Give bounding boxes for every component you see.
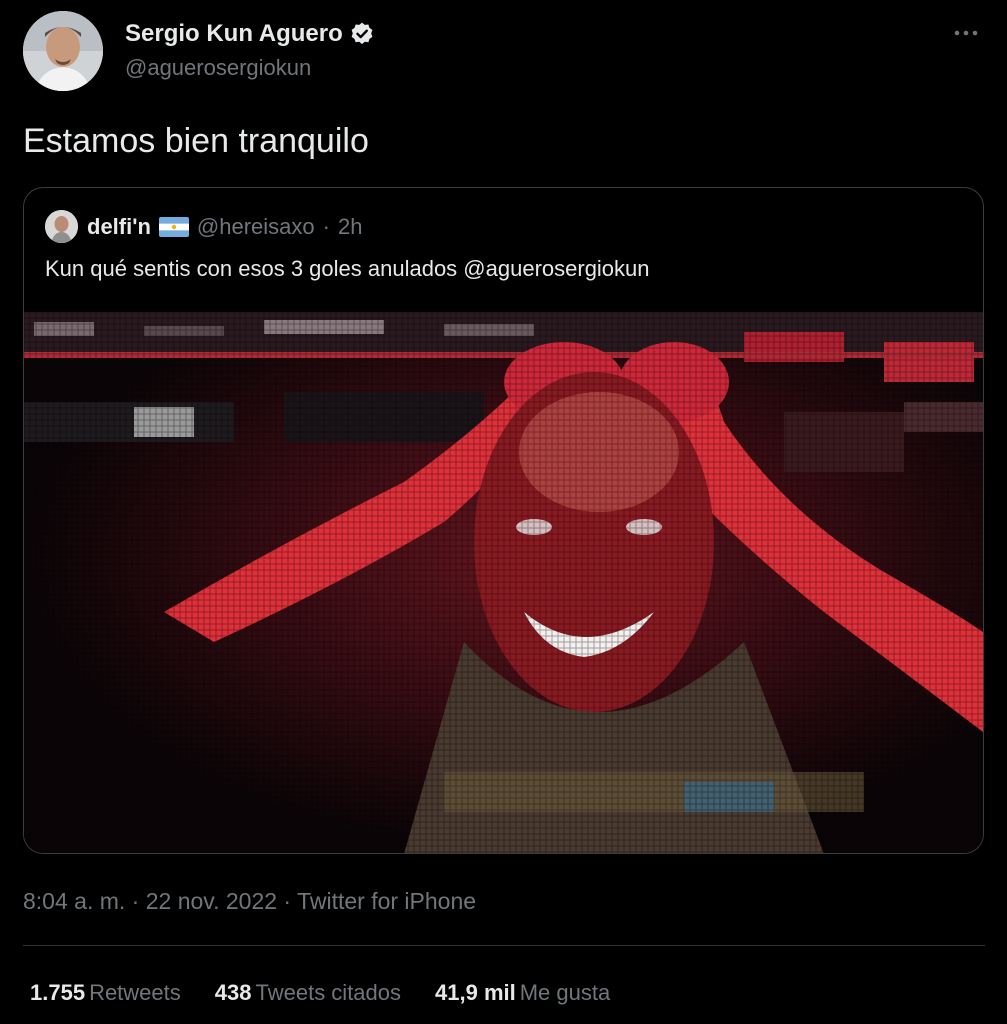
quote-text: Kun qué sentis con esos 3 goles anulados… <box>45 256 650 281</box>
quote-tweets-label: Tweets citados <box>255 980 402 1005</box>
quote-media-image[interactable] <box>24 312 983 853</box>
author-avatar[interactable] <box>23 11 103 91</box>
quoted-tweet-card[interactable]: delfi'n @hereisaxo · 2h Kun qué sentis c… <box>23 187 984 854</box>
meta-separator-2: · <box>283 888 292 914</box>
divider <box>23 945 985 946</box>
tweet-time[interactable]: 8:04 a. m. <box>23 888 125 914</box>
quote-separator: · <box>322 214 330 239</box>
quote-timestamp: 2h <box>337 214 363 239</box>
quote-author-name: delfi'n <box>87 214 151 239</box>
tweet-meta: 8:04 a. m. · 22 nov. 2022 · Twitter for … <box>23 888 476 915</box>
argentina-flag-icon <box>158 217 189 237</box>
tweet-date[interactable]: 22 nov. 2022 <box>146 888 277 914</box>
quote-header: delfi'n @hereisaxo · 2h <box>87 214 362 240</box>
tweet-text: Estamos bien tranquilo <box>23 122 369 160</box>
author-name-text[interactable]: Sergio Kun Aguero <box>125 20 343 48</box>
likes-label: Me gusta <box>519 980 611 1005</box>
retweets-label: Retweets <box>89 980 181 1005</box>
likes-stat[interactable]: 41,9 mil Me gusta <box>435 980 610 1006</box>
meta-separator-1: · <box>131 888 140 914</box>
verified-badge-icon <box>349 21 375 47</box>
retweets-count: 1.755 <box>30 980 86 1005</box>
quote-author-handle: @hereisaxo <box>196 214 315 239</box>
quote-tweets-count: 438 <box>214 980 252 1005</box>
more-options-button[interactable] <box>951 18 981 48</box>
more-options-icon <box>954 30 978 36</box>
engagement-stats: 1.755 Retweets 438 Tweets citados 41,9 mil… <box>30 980 610 1006</box>
likes-count: 41,9 mil <box>435 980 516 1005</box>
quote-tweets-stat[interactable]: 438 Tweets citados <box>215 980 401 1006</box>
tweet-source[interactable]: Twitter for iPhone <box>297 888 476 914</box>
author-name[interactable]: Sergio Kun Aguero <box>125 20 375 48</box>
quote-author-avatar <box>45 210 78 243</box>
retweets-stat[interactable]: 1.755 Retweets <box>30 980 181 1006</box>
author-handle[interactable]: @aguerosergiokun <box>125 55 311 81</box>
